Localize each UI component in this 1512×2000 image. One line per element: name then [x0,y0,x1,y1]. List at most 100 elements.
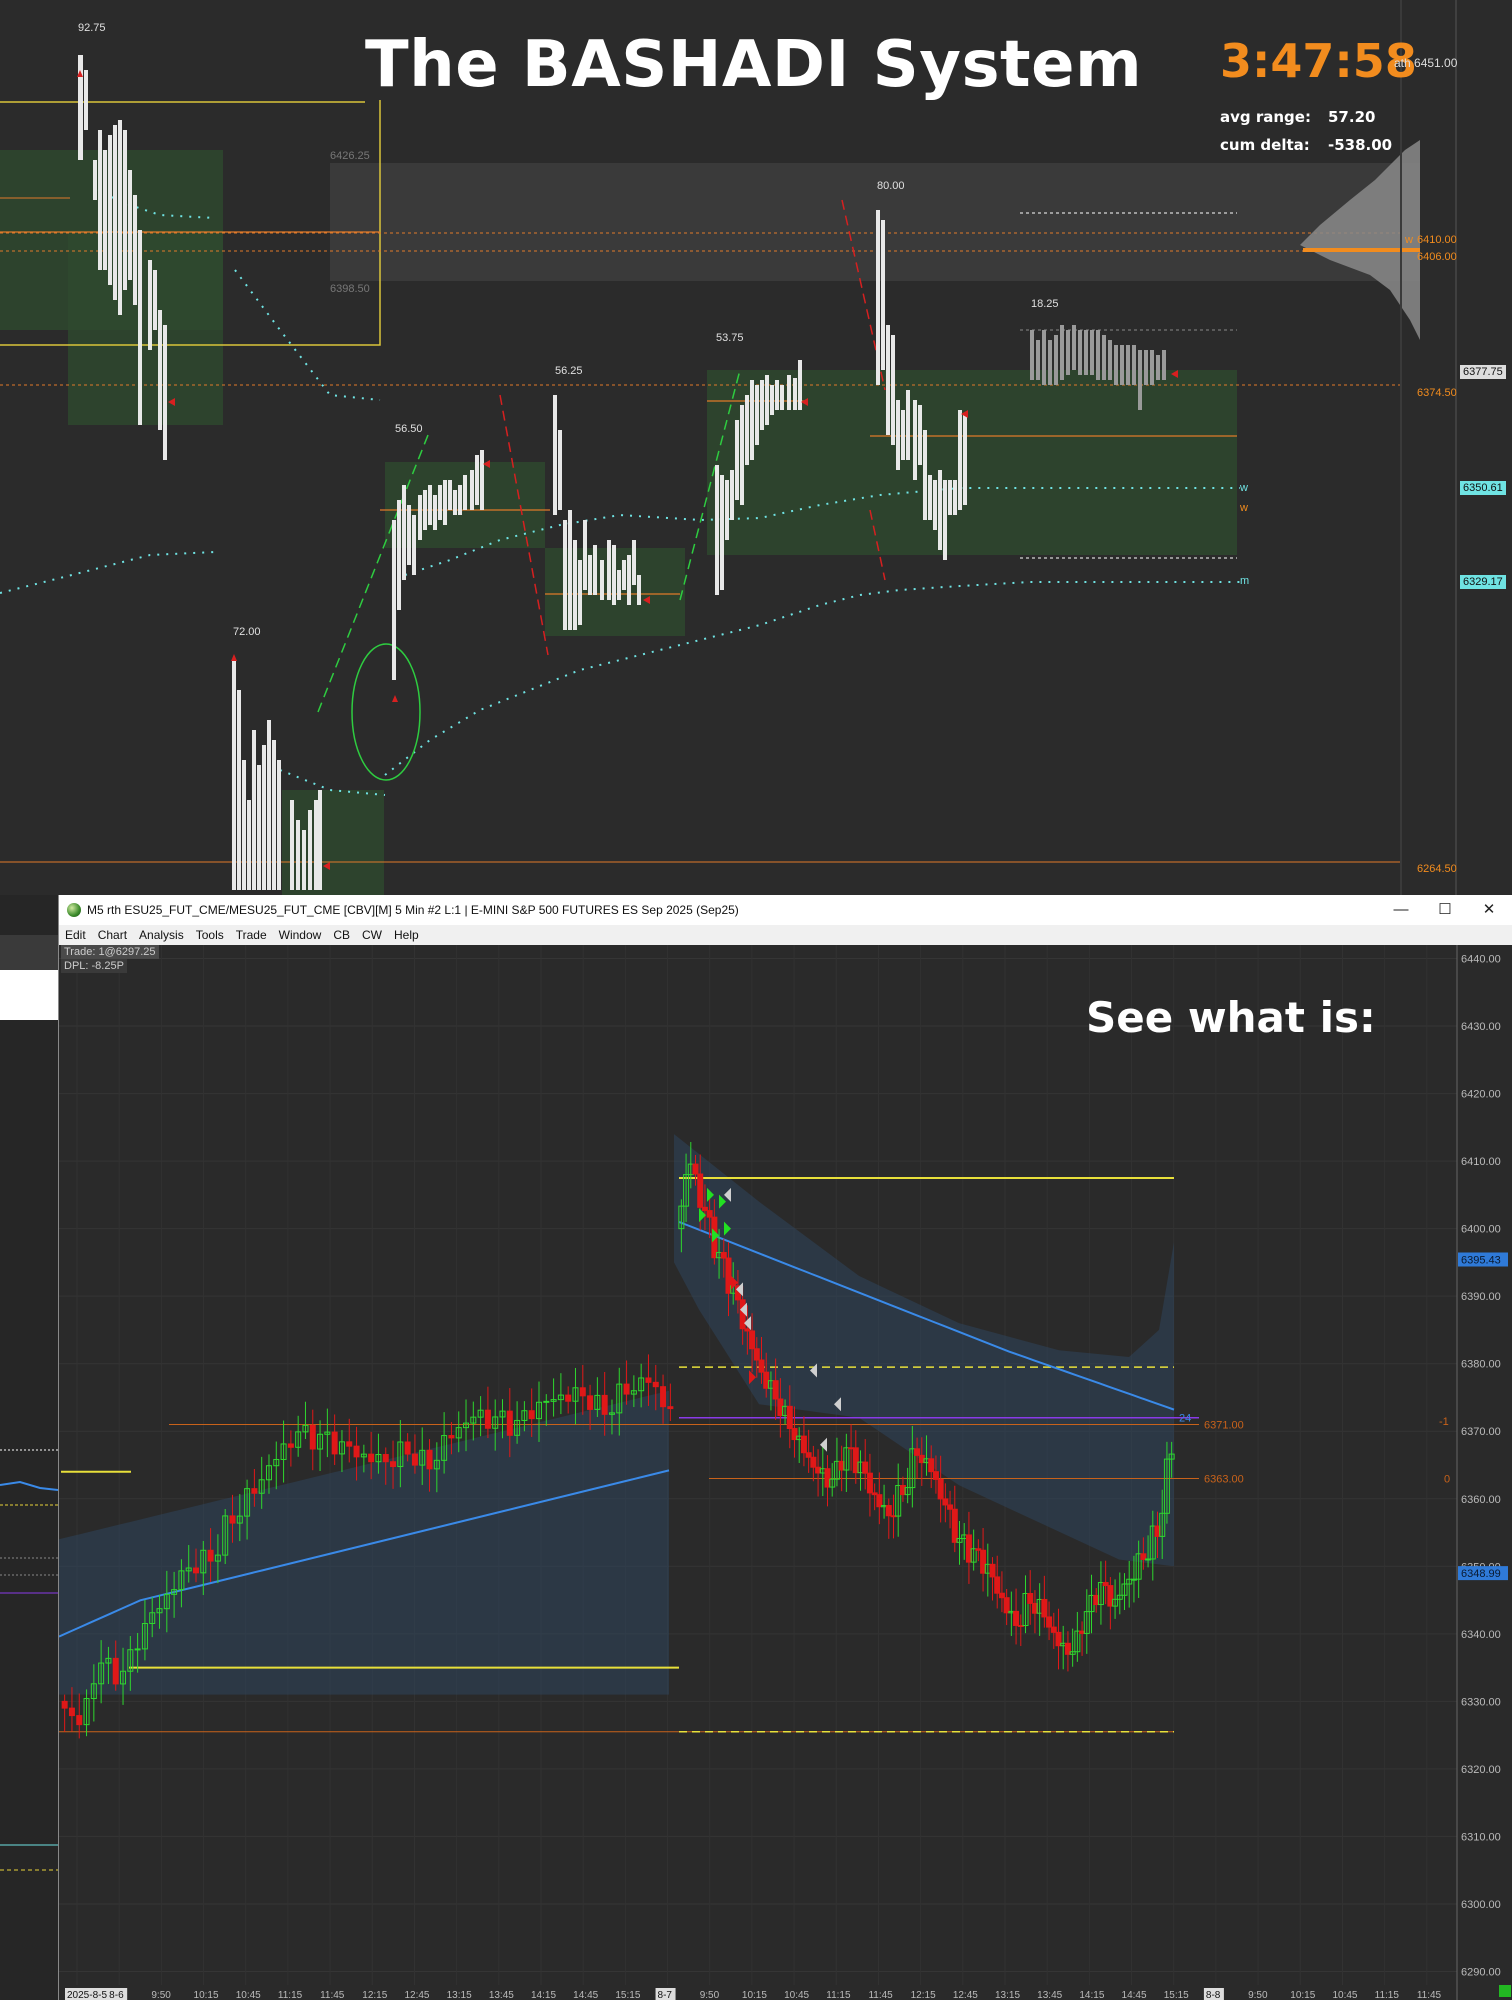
candlestick-chart[interactable]: 6440.00 6430.00 6420.00 6410.00 6400.00 6390.… [59,945,1512,2000]
candle-body [1003,1597,1010,1614]
cum-delta-label: cum delta: [1220,136,1310,154]
background-window-header [0,935,58,970]
candle-body [404,1441,411,1455]
price-level-label: 6398.50 [330,283,370,295]
x-tick-label: 14:45 [1122,1990,1147,2000]
candle-body [382,1454,389,1463]
x-tick-label: 12:45 [953,1990,978,2000]
candle-body [885,1505,892,1517]
candle-body [994,1576,1001,1594]
x-tick-label: 8-7 [658,1990,673,2000]
price-tag: 6377.75 [1460,365,1506,379]
candle-body [1046,1616,1053,1628]
x-tick-label: 2025-8-5 [67,1990,107,2000]
x-tick-label: 10:45 [784,1990,809,2000]
candle-body [947,1504,954,1510]
x-tick-label: 10:15 [194,1990,219,2000]
window-titlebar[interactable]: M5 rth ESU25_FUT_CME/MESU25_FUT_CME [CBV… [59,895,1512,925]
x-tick-label: 12:15 [911,1990,936,2000]
value-area-box [68,230,223,425]
candle-body [390,1461,397,1468]
profile-range-label: 18.25 [1031,298,1059,310]
y-tick-label: 6310.00 [1461,1831,1501,1843]
avg-range-label: avg range: [1220,108,1311,126]
price-tag: 6410.00 [1417,234,1457,246]
menu-chart[interactable]: Chart [92,925,133,942]
menu-cb[interactable]: CB [327,925,356,942]
candle-body [645,1377,652,1383]
candle-body [876,1494,883,1508]
candle-body [951,1508,958,1543]
candle-body [660,1386,667,1408]
candle-body [623,1383,630,1395]
candle-body [914,1448,921,1456]
candle-body [1050,1626,1057,1633]
x-tick-label: 13:45 [1037,1990,1062,2000]
ath-value: 6451.00 [1414,56,1458,70]
candle-body [346,1441,353,1447]
market-profile-chart[interactable]: The BASHADI System 3:47:58 ath 6451.00 a… [0,0,1512,895]
candle-body [587,1395,594,1410]
trade-info: Trade: 1@6297.25 [61,945,159,959]
y-tick-label: 6400.00 [1461,1224,1501,1236]
x-tick-label: 11:45 [320,1990,345,2000]
minimize-button[interactable]: — [1379,895,1423,925]
candle-body [1041,1598,1048,1618]
candle-body [484,1409,491,1429]
y-tick-label: 6290.00 [1461,1966,1501,1978]
chart-background [59,945,1512,2000]
candle-body [448,1435,455,1439]
x-tick-label: 15:15 [1164,1990,1189,2000]
y-tick-label: 6410.00 [1461,1156,1501,1168]
level-label: 6363.00 [1204,1474,1244,1486]
candle-body [76,1715,83,1726]
close-button[interactable]: ✕ [1467,895,1511,925]
candle-body [207,1549,214,1562]
candle-body [932,1471,939,1480]
candle-body [989,1563,996,1578]
candle-body [426,1449,433,1470]
candle-body [772,1380,779,1400]
x-tick-label: 11:15 [278,1990,303,2000]
candle-body [706,1210,713,1218]
menu-edit[interactable]: Edit [59,925,92,942]
price-badge-label: 6348.99 [1461,1568,1501,1580]
candle-body [528,1410,535,1420]
side-mark: 0 [1444,1474,1450,1486]
candle-body [998,1592,1005,1599]
candle-body [758,1359,765,1373]
menu-analysis[interactable]: Analysis [133,925,190,942]
menu-window[interactable]: Window [273,925,328,942]
price-tag: 6406.00 [1417,251,1457,263]
candle-body [112,1657,119,1685]
y-tick-label: 6330.00 [1461,1696,1501,1708]
y-tick-label: 6380.00 [1461,1359,1501,1371]
status-marker [1499,1985,1511,1997]
x-tick-label: 10:45 [1332,1990,1357,2000]
y-tick-label: 6320.00 [1461,1764,1501,1776]
price-tag: 6329.17 [1460,575,1506,589]
background-window-panel [0,970,58,1020]
candle-body [229,1515,236,1524]
x-tick-label: 9:50 [151,1990,171,2000]
x-tick-label: 9:50 [1248,1990,1268,2000]
menu-help[interactable]: Help [388,925,425,942]
x-tick-label: 14:15 [1079,1990,1104,2000]
candle-body [805,1452,812,1458]
candle-body [942,1498,949,1506]
menu-cw[interactable]: CW [356,925,388,942]
y-tick-label: 6430.00 [1461,1021,1501,1033]
overlay-caption: See what is: [1086,993,1376,1042]
candle-body [810,1456,817,1468]
maximize-button[interactable]: ☐ [1423,895,1467,925]
menu-trade[interactable]: Trade [230,925,273,942]
candle-body [543,1400,550,1403]
profile-range-label: 92.75 [78,22,106,34]
y-tick-label: 6300.00 [1461,1899,1501,1911]
cum-delta-value: -538.00 [1328,136,1393,154]
vwap-band-marker: w [1240,502,1248,514]
candle-body [667,1406,674,1410]
menu-tools[interactable]: Tools [190,925,230,942]
chart-window[interactable]: M5 rth ESU25_FUT_CME/MESU25_FUT_CME [CBV… [58,895,1512,2000]
x-tick-label: 8-8 [1206,1990,1221,2000]
